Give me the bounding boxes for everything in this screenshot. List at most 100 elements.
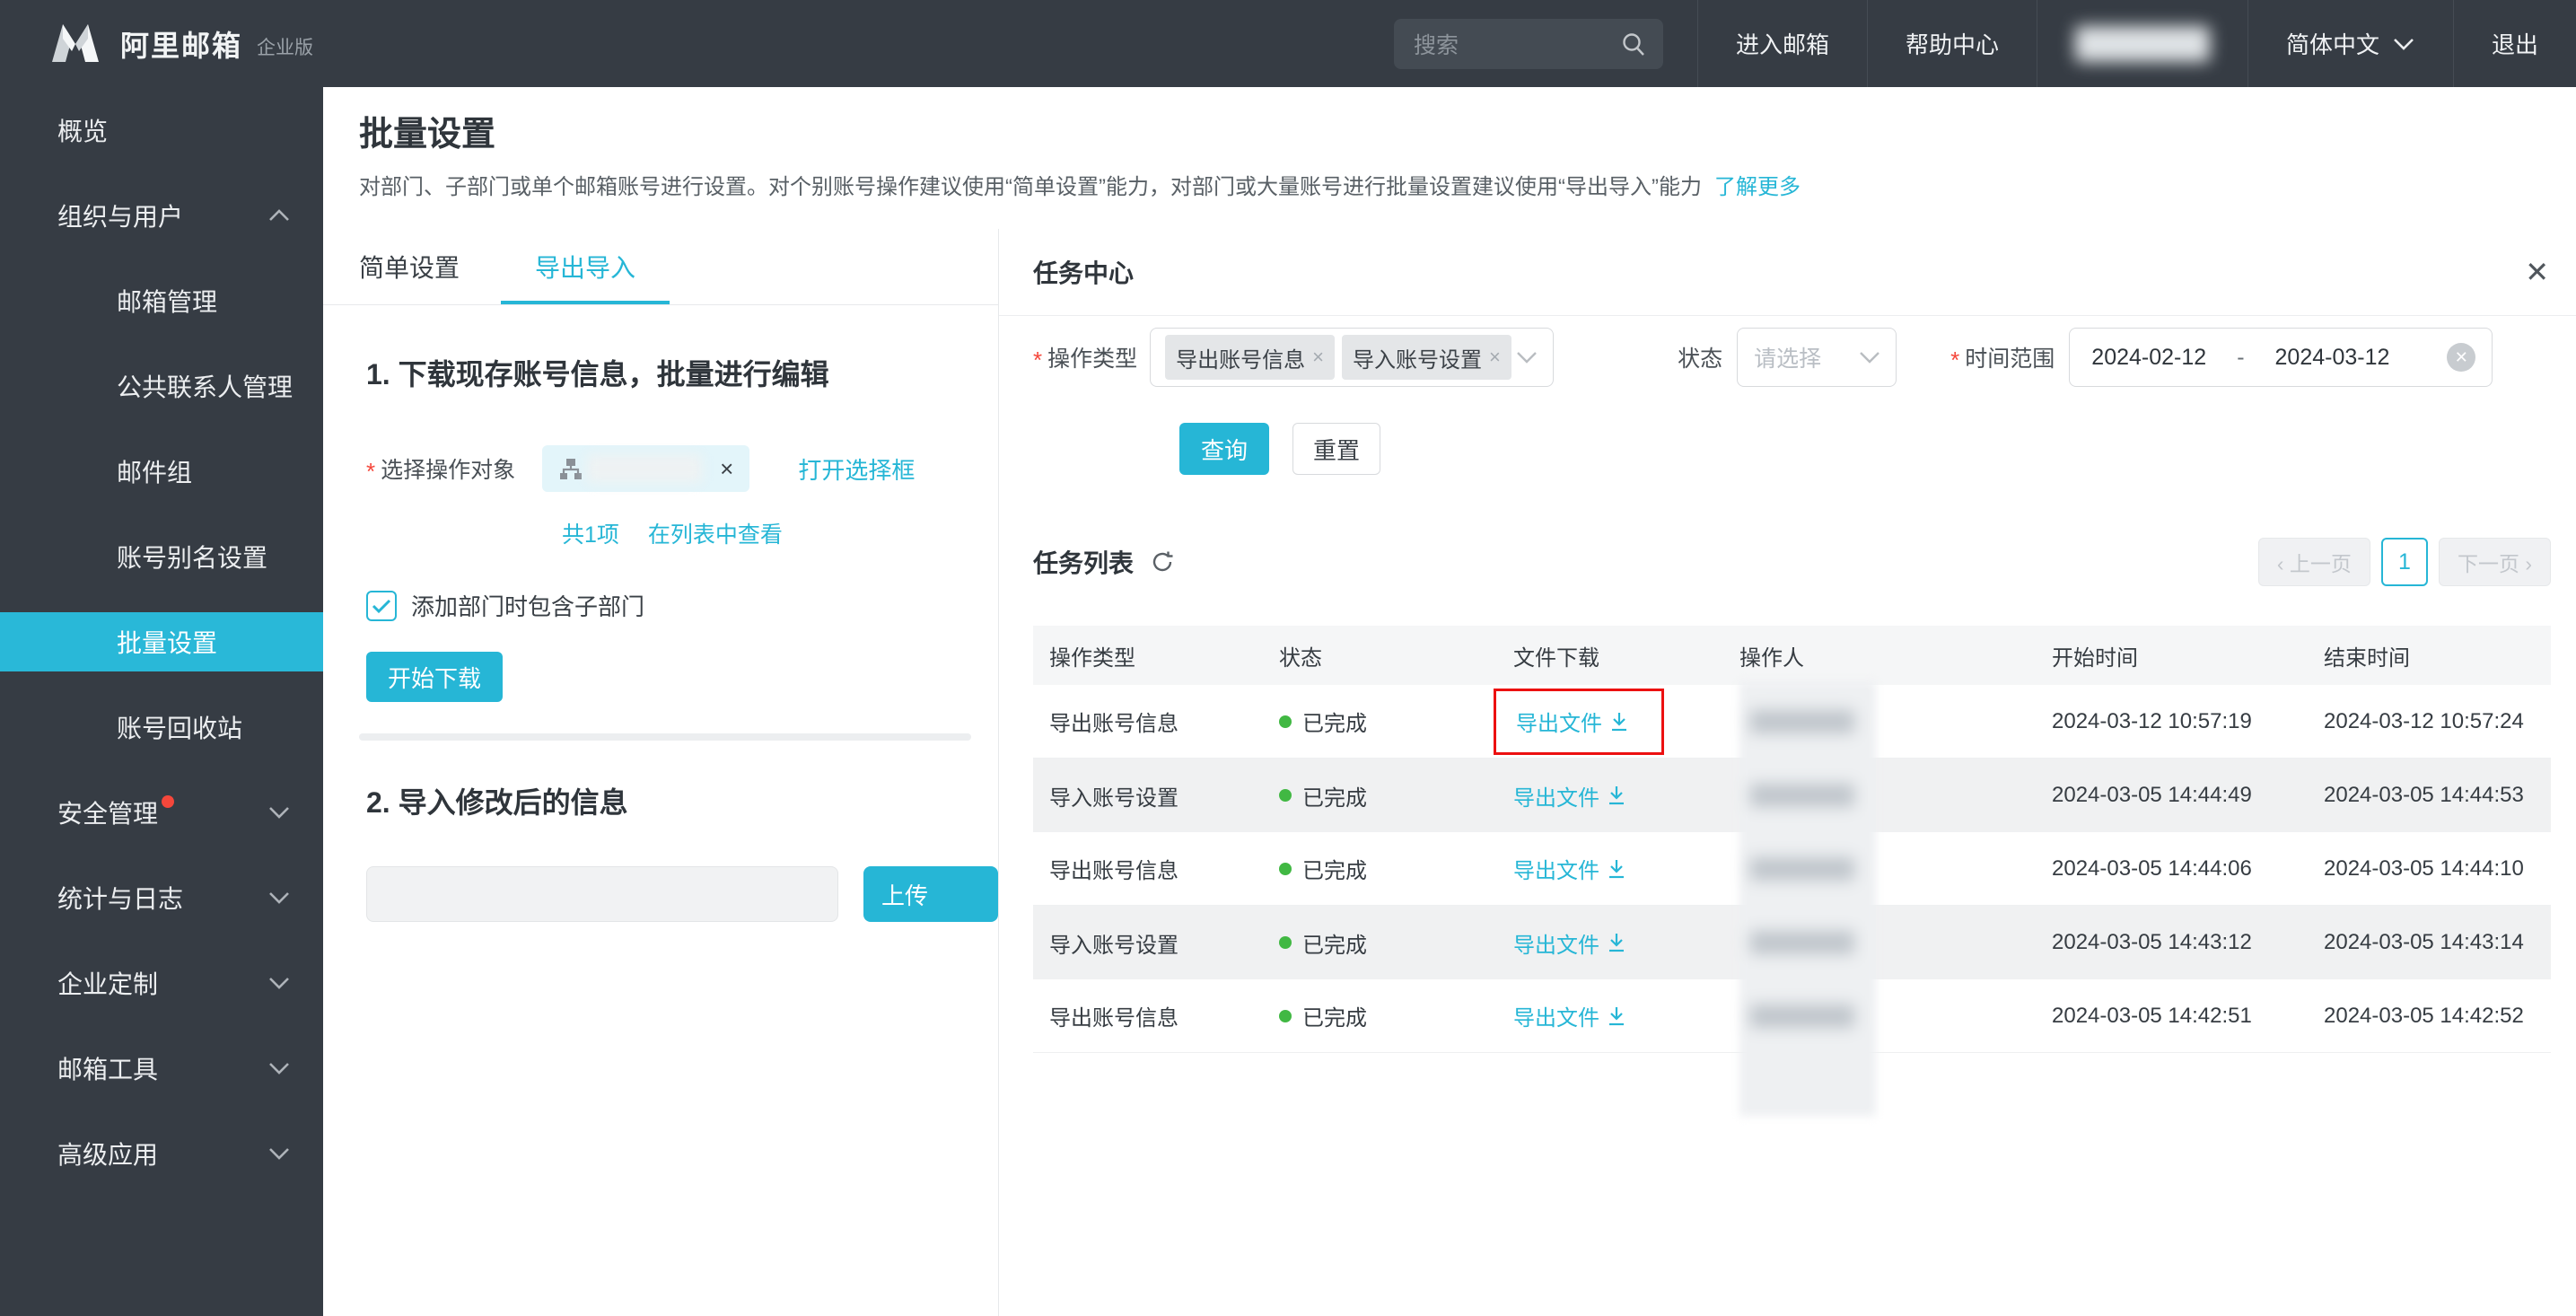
col-header: 操作人 bbox=[1723, 640, 2036, 671]
status-select[interactable]: 请选择 bbox=[1737, 328, 1897, 387]
language-label: 简体中文 bbox=[2286, 27, 2379, 60]
close-icon[interactable]: ✕ bbox=[2525, 258, 2549, 286]
time-range-label: 时间范围 bbox=[1965, 341, 2055, 373]
tab-bar: 简单设置 导出导入 bbox=[323, 229, 998, 305]
table-row: 导出账号信息 已完成 导出文件 2024-03-05 14:42:51 bbox=[1033, 979, 2551, 1053]
sidebar-item-org-users[interactable]: 组织与用户 bbox=[0, 186, 323, 245]
required-asterisk: * bbox=[1950, 347, 1959, 374]
filter-time-range: * 时间范围 2024-02-12 - 2024-03-12 ✕ bbox=[1950, 328, 2493, 387]
include-subdept-checkbox[interactable] bbox=[366, 591, 397, 621]
help-center-link[interactable]: 帮助中心 bbox=[1867, 0, 2037, 87]
export-file-link[interactable]: 导出文件 bbox=[1513, 853, 1626, 884]
alimail-logo-icon bbox=[50, 22, 101, 66]
query-button[interactable]: 查询 bbox=[1179, 423, 1269, 475]
chevron-down-icon bbox=[267, 976, 291, 990]
reset-button[interactable]: 重置 bbox=[1292, 423, 1380, 475]
chevron-up-icon bbox=[267, 208, 291, 223]
sidebar-item-mail-groups[interactable]: 邮件组 bbox=[0, 442, 323, 501]
selection-summary: 共1项 在列表中查看 bbox=[562, 517, 998, 549]
status-dot bbox=[1279, 1010, 1292, 1022]
language-switcher[interactable]: 简体中文 bbox=[2247, 0, 2453, 87]
tab-import-export[interactable]: 导出导入 bbox=[535, 229, 635, 304]
export-file-link[interactable]: 导出文件 bbox=[1513, 927, 1626, 959]
pagination: ‹ 上一页 1 下一页 › bbox=[2258, 538, 2551, 586]
checkmark-icon bbox=[372, 598, 391, 614]
chevron-down-icon bbox=[1858, 350, 1881, 364]
selected-department-tag[interactable]: × bbox=[542, 445, 749, 492]
clear-date-icon[interactable]: ✕ bbox=[2447, 343, 2475, 372]
enter-mailbox-link[interactable]: 进入邮箱 bbox=[1697, 0, 1867, 87]
sidebar-item-enterprise-custom[interactable]: 企业定制 bbox=[0, 953, 323, 1013]
operation-type-label: 操作类型 bbox=[1047, 341, 1137, 373]
task-table: 操作类型 状态 文件下载 操作人 开始时间 结束时间 导出账号信息 已完成 bbox=[1033, 626, 2551, 1053]
status-dot bbox=[1279, 789, 1292, 802]
sidebar-item-batch-settings[interactable]: 批量设置 bbox=[0, 612, 323, 671]
page-title: 批量设置 bbox=[359, 112, 2540, 157]
account-name[interactable] bbox=[2037, 0, 2247, 87]
upload-file-input[interactable] bbox=[366, 866, 838, 922]
sidebar-item-overview[interactable]: 概览 bbox=[0, 101, 323, 160]
status-dot bbox=[1279, 863, 1292, 875]
refresh-icon[interactable] bbox=[1150, 549, 1175, 575]
remove-tag-icon[interactable]: × bbox=[1489, 346, 1501, 369]
col-header: 结束时间 bbox=[2308, 640, 2551, 671]
chevron-down-icon bbox=[2392, 37, 2415, 51]
search-icon bbox=[1620, 31, 1647, 57]
highlight-annotation-box: 导出文件 bbox=[1494, 689, 1664, 755]
upload-button[interactable]: 上传 bbox=[863, 866, 998, 922]
required-asterisk: * bbox=[366, 458, 375, 486]
sidebar-item-account-recycle[interactable]: 账号回收站 bbox=[0, 697, 323, 757]
filter-tag: 导入账号设置 × bbox=[1342, 335, 1511, 380]
download-icon bbox=[1607, 785, 1626, 806]
search-placeholder: 搜索 bbox=[1414, 28, 1620, 60]
col-header: 操作类型 bbox=[1033, 640, 1263, 671]
task-list-title: 任务列表 bbox=[1033, 544, 1134, 580]
sidebar-item-mailbox-mgmt[interactable]: 邮箱管理 bbox=[0, 271, 323, 330]
date-start-value[interactable]: 2024-02-12 bbox=[2091, 345, 2206, 371]
download-icon bbox=[1607, 932, 1626, 953]
export-file-link[interactable]: 导出文件 bbox=[1513, 780, 1626, 812]
chevron-down-icon bbox=[267, 1061, 291, 1075]
sidebar-item-mail-tools[interactable]: 邮箱工具 bbox=[0, 1039, 323, 1098]
table-row: 导入账号设置 已完成 导出文件 2024-03-05 14:43:12 bbox=[1033, 906, 2551, 979]
filter-operation-type: * 操作类型 导出账号信息 × 导入账号设置 × bbox=[1033, 328, 1554, 387]
open-selector-link[interactable]: 打开选择框 bbox=[798, 452, 915, 486]
chevron-down-icon bbox=[267, 1146, 291, 1161]
date-range-picker[interactable]: 2024-02-12 - 2024-03-12 ✕ bbox=[2069, 328, 2493, 387]
table-row: 导出账号信息 已完成 导出文件 bbox=[1033, 685, 2551, 759]
learn-more-link[interactable]: 了解更多 bbox=[1714, 175, 1801, 199]
search-input[interactable]: 搜索 bbox=[1394, 19, 1663, 69]
selected-count: 共1项 bbox=[562, 517, 619, 549]
date-end-value[interactable]: 2024-03-12 bbox=[2275, 345, 2390, 371]
tab-simple-settings[interactable]: 简单设置 bbox=[359, 229, 460, 304]
col-header: 状态 bbox=[1263, 640, 1497, 671]
sidebar-item-alias-settings[interactable]: 账号别名设置 bbox=[0, 527, 323, 586]
prev-page-button[interactable]: ‹ 上一页 bbox=[2258, 538, 2370, 586]
next-page-button[interactable]: 下一页 › bbox=[2439, 538, 2551, 586]
view-in-list-link[interactable]: 在列表中查看 bbox=[648, 517, 783, 549]
target-label: 选择操作对象 bbox=[381, 452, 515, 485]
chevron-down-icon bbox=[267, 805, 291, 820]
remove-tag-icon[interactable]: × bbox=[1312, 346, 1324, 369]
status-placeholder: 请选择 bbox=[1754, 341, 1858, 373]
status-dot bbox=[1279, 715, 1292, 728]
department-tree-icon bbox=[558, 456, 583, 481]
logout-link[interactable]: 退出 bbox=[2453, 0, 2576, 87]
start-download-button[interactable]: 开始下载 bbox=[366, 652, 503, 702]
brand: 阿里邮箱 企业版 bbox=[0, 0, 1394, 87]
export-file-link[interactable]: 导出文件 bbox=[1516, 706, 1629, 737]
current-page-button[interactable]: 1 bbox=[2381, 538, 2428, 586]
filter-row: * 操作类型 导出账号信息 × 导入账号设置 × bbox=[1033, 328, 2551, 387]
sidebar-item-stats-logs[interactable]: 统计与日志 bbox=[0, 868, 323, 927]
status-text: 已完成 bbox=[1302, 927, 1367, 959]
page-description: 对部门、子部门或单个邮箱账号进行设置。对个别账号操作建议使用“简单设置”能力，对… bbox=[359, 173, 2540, 202]
topbar: 阿里邮箱 企业版 搜索 进入邮箱 帮助中心 简体中文 退出 bbox=[0, 0, 2576, 87]
sidebar-item-public-contacts[interactable]: 公共联系人管理 bbox=[0, 356, 323, 416]
remove-department-icon[interactable]: × bbox=[720, 455, 733, 483]
date-separator: - bbox=[2237, 345, 2244, 371]
sidebar-item-security-mgmt[interactable]: 安全管理 bbox=[0, 783, 323, 842]
export-file-link[interactable]: 导出文件 bbox=[1513, 1000, 1626, 1031]
operation-type-multiselect[interactable]: 导出账号信息 × 导入账号设置 × bbox=[1150, 328, 1554, 387]
sidebar-item-advanced-apps[interactable]: 高级应用 bbox=[0, 1124, 323, 1183]
section-divider bbox=[359, 733, 971, 741]
